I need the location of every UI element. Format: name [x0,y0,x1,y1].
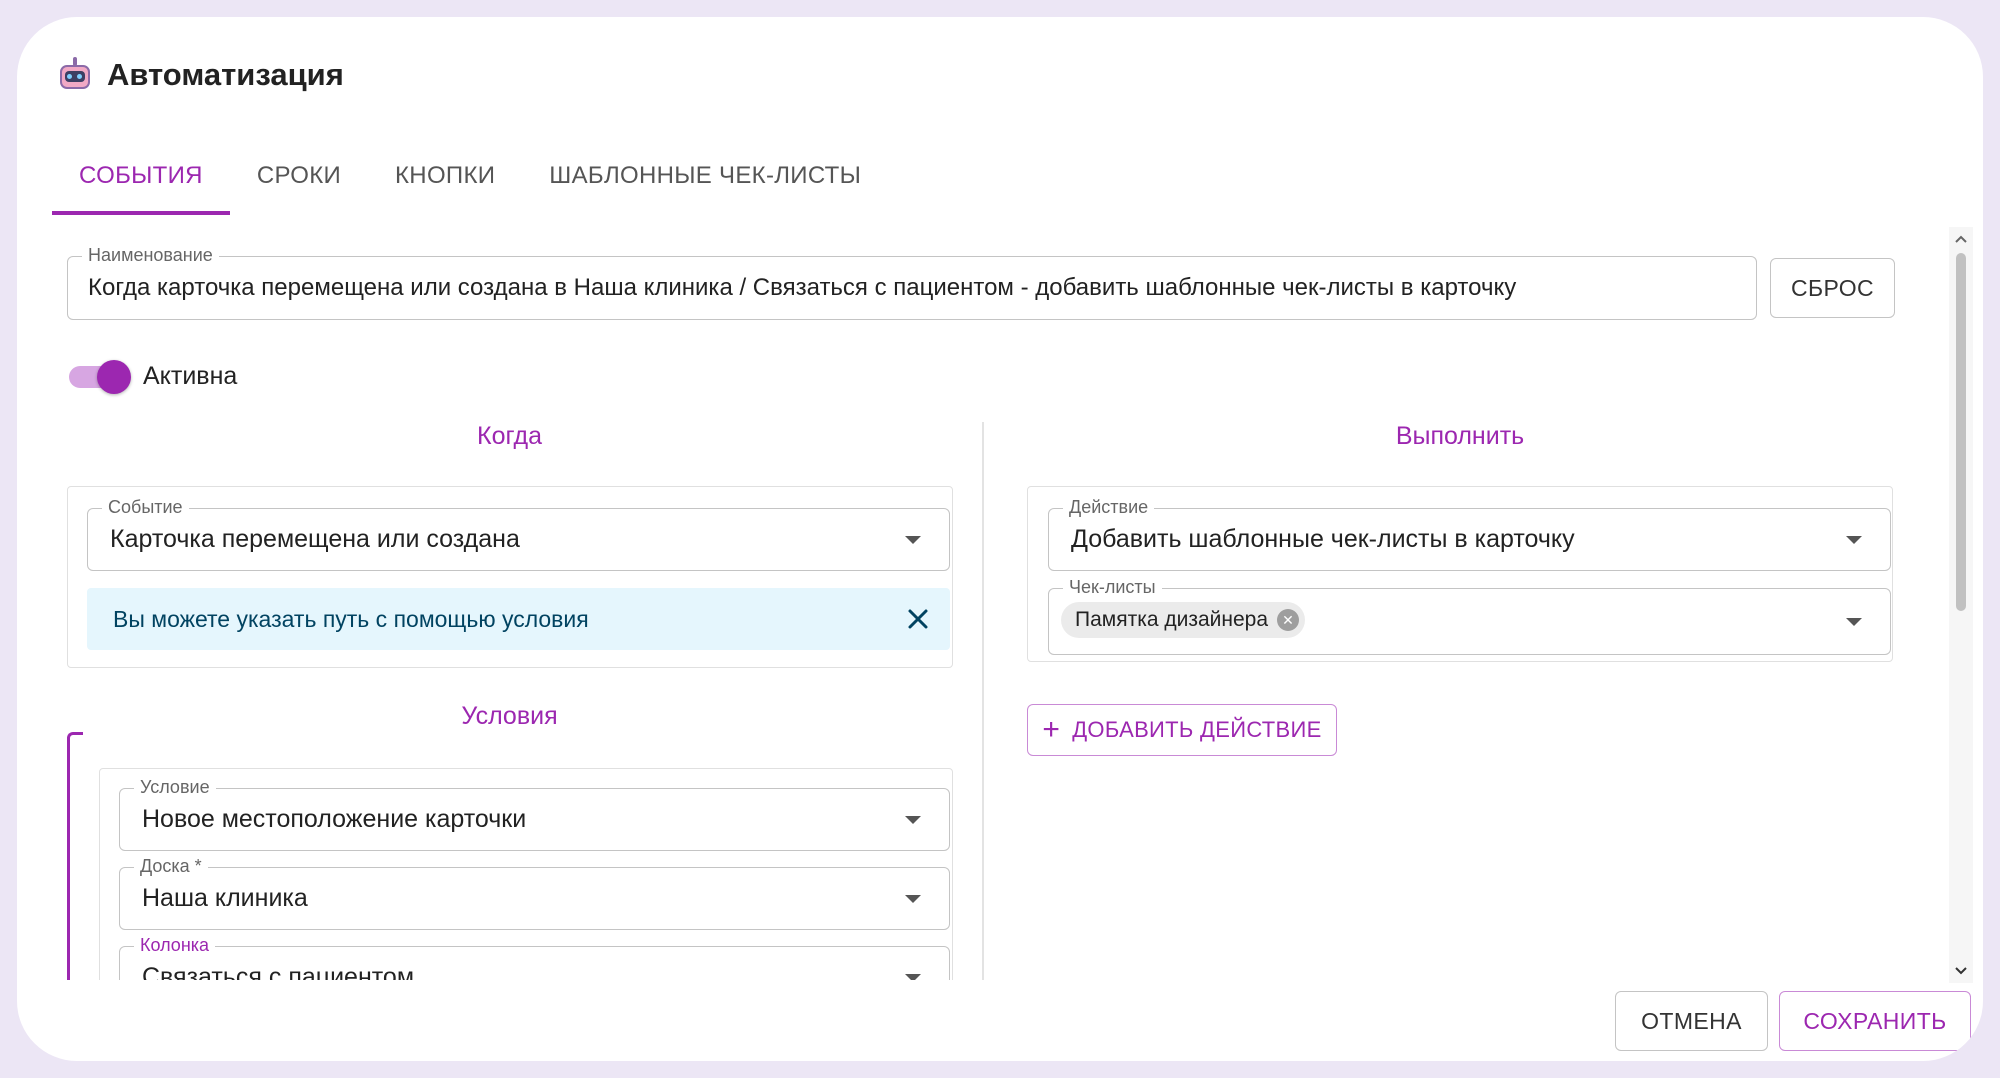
execute-section-title: Выполнить [1395,422,1525,450]
name-field[interactable]: Наименование Когда карточка перемещена и… [67,244,1757,320]
column-select-value: Связаться с пациентом [142,963,415,980]
scroll-down-icon[interactable] [1949,959,1973,983]
robot-icon [57,57,93,93]
chevron-down-icon [905,535,921,544]
tab-deadlines[interactable]: СРОКИ [230,137,368,215]
action-select[interactable]: Действие Добавить шаблонные чек-листы в … [1048,496,1891,571]
chevron-down-icon [905,894,921,903]
dialog-header: Автоматизация [57,45,344,105]
condition-select[interactable]: Условие Новое местоположение карточки [119,776,950,851]
add-action-button[interactable]: + ДОБАВИТЬ ДЕЙСТВИЕ [1027,704,1337,756]
checklists-select[interactable]: Чек-листы Памятка дизайнера ✕ [1048,576,1891,655]
chevron-down-icon [1846,617,1862,626]
tab-buttons[interactable]: КНОПКИ [368,137,522,215]
board-select[interactable]: Доска * Наша клиника [119,855,950,930]
chevron-down-icon [905,815,921,824]
checklist-chip[interactable]: Памятка дизайнера ✕ [1061,602,1306,638]
close-icon[interactable] [902,603,934,635]
active-toggle[interactable] [67,359,131,394]
chevron-down-icon [905,973,921,980]
tab-events[interactable]: СОБЫТИЯ [52,137,230,215]
column-divider [982,422,984,980]
conditions-bracket [67,732,83,980]
column-select[interactable]: Колонка Связаться с пациентом [119,934,950,980]
checklist-chip-label: Памятка дизайнера [1075,608,1269,631]
save-button[interactable]: СОХРАНИТЬ [1779,991,1971,1051]
when-section-title: Когда [477,422,542,450]
condition-select-value: Новое местоположение карточки [142,805,527,833]
checklists-select-label: Чек-листы [1063,576,1162,598]
scrollbar-thumb[interactable] [1956,253,1966,611]
info-alert-text: Вы можете указать путь с помощью условия [113,605,589,632]
active-toggle-label: Активна [143,361,238,390]
event-select-value: Карточка перемещена или создана [110,525,520,553]
tab-template-checklists[interactable]: ШАБЛОННЫЕ ЧЕК-ЛИСТЫ [522,137,888,215]
name-field-value: Когда карточка перемещена или создана в … [88,274,1517,301]
add-action-label: ДОБАВИТЬ ДЕЙСТВИЕ [1072,717,1322,742]
conditions-section-title: Условия [461,702,558,730]
cancel-button[interactable]: ОТМЕНА [1615,991,1768,1051]
chevron-down-icon [1846,535,1862,544]
event-select[interactable]: Событие Карточка перемещена или создана [87,496,950,571]
scroll-up-icon[interactable] [1949,227,1973,251]
dialog-title: Автоматизация [107,57,344,92]
board-select-value: Наша клиника [142,884,308,912]
plus-icon: + [1042,713,1061,746]
chip-remove-icon[interactable]: ✕ [1277,609,1300,631]
tabs-bar: СОБЫТИЯ СРОКИ КНОПКИ ШАБЛОННЫЕ ЧЕК-ЛИСТЫ [52,137,888,215]
dialog-content: Наименование Когда карточка перемещена и… [17,222,1947,980]
action-select-value: Добавить шаблонные чек-листы в карточку [1071,525,1575,553]
info-alert: Вы можете указать путь с помощью условия [87,588,950,650]
automation-dialog: Автоматизация СОБЫТИЯ СРОКИ КНОПКИ ШАБЛО… [17,17,1983,1061]
vertical-scrollbar[interactable] [1949,227,1973,983]
reset-button[interactable]: СБРОС [1770,258,1895,318]
